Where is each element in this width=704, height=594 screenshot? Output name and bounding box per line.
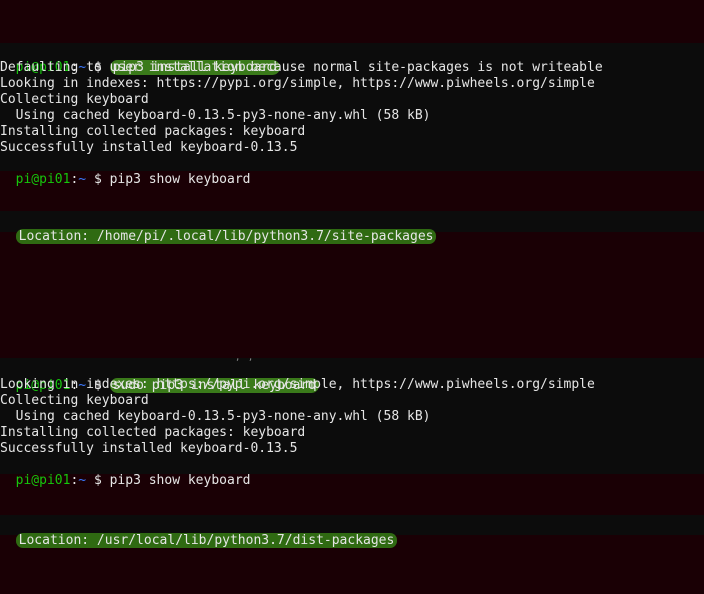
prompt-line-4: pi@pi01:~ $ pip3 show keyboard: [15, 473, 251, 488]
highlighted-location: Location: /home/pi/.local/lib/python3.7/…: [15, 229, 437, 244]
prompt-user: pi@pi01: [15, 172, 71, 187]
prompt-line-2: pi@pi01:~ $ pip3 show keyboard: [15, 172, 251, 187]
command: pip3 show keyboard: [109, 473, 251, 488]
output-line: Looking in indexes: https://pypi.org/sim…: [0, 377, 595, 392]
output-line: Using cached keyboard-0.13.5-py3-none-an…: [0, 108, 431, 123]
output-line: Collecting keyboard: [0, 393, 149, 408]
output-line: Successfully installed keyboard-0.13.5: [0, 441, 298, 456]
prompt-symbol: $: [93, 473, 102, 488]
output-line: Installing collected packages: keyboard: [0, 425, 306, 440]
output-line: Using cached keyboard-0.13.5-py3-none-an…: [0, 409, 431, 424]
output-line: Successfully installed keyboard-0.13.5: [0, 140, 298, 155]
prompt-user: pi@pi01: [15, 473, 71, 488]
output-line: Installing collected packages: keyboard: [0, 124, 306, 139]
prompt-line-1: pi@pi01:~ $ pip3 install keyboard: [0, 44, 280, 75]
prompt-symbol: $: [93, 172, 102, 187]
output-line: Collecting keyboard: [0, 92, 149, 107]
location-line: Location: /usr/local/lib/python3.7/dist-…: [0, 517, 398, 548]
prompt-path: ~: [78, 473, 87, 488]
command: pip3 show keyboard: [109, 172, 251, 187]
prompt-path: ~: [78, 172, 87, 187]
location-line: Location: /home/pi/.local/lib/python3.7/…: [0, 213, 437, 244]
output-line: Looking in indexes: https://pypi.org/sim…: [0, 76, 595, 91]
output-line: Defaulting to user installation because …: [0, 60, 603, 75]
prompt-line-3: pi@pi01:~ $ sudo pip3 install keyboard: [0, 362, 320, 393]
highlighted-location: Location: /usr/local/lib/python3.7/dist-…: [15, 533, 398, 548]
